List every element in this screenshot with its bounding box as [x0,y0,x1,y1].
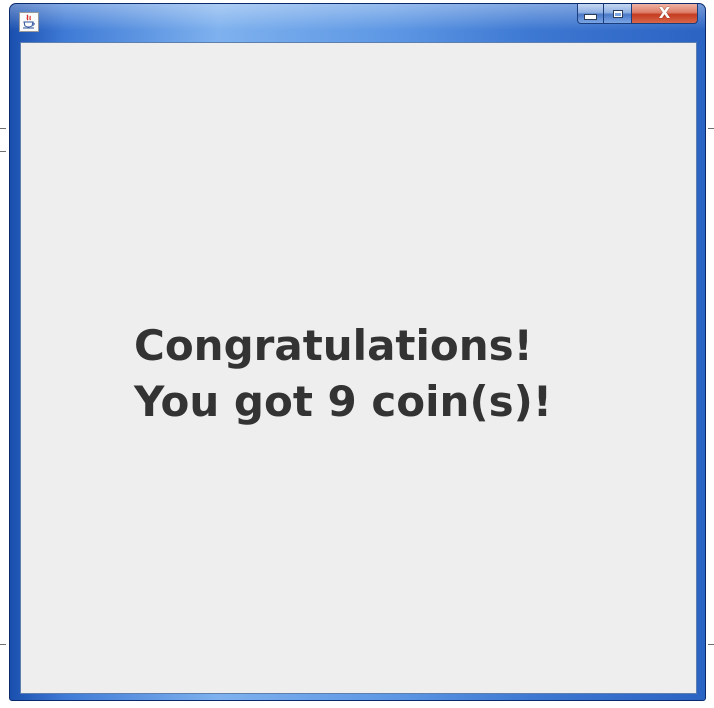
close-icon: X [658,4,671,22]
java-cup-icon[interactable] [19,12,39,32]
background-divider [708,128,714,129]
background-divider [0,128,6,129]
background-divider [0,151,6,152]
minimize-icon [584,14,597,20]
background-divider [708,644,714,645]
message-line-1: Congratulations! [134,321,533,370]
maximize-icon [612,9,623,18]
maximize-button[interactable] [604,4,632,24]
minimize-button[interactable] [577,4,604,24]
window-controls: X [577,4,698,24]
dialog-window: X Congratulations! You got 9 coin(s)! [9,3,706,701]
message-line-2: You got 9 coin(s)! [134,377,552,426]
background-divider [0,644,6,645]
desktop: X Congratulations! You got 9 coin(s)! [0,0,714,708]
congratulations-message: Congratulations! You got 9 coin(s)! [134,318,552,430]
close-button[interactable]: X [632,4,698,24]
content-pane: Congratulations! You got 9 coin(s)! [20,42,697,694]
title-bar[interactable]: X [10,4,705,42]
